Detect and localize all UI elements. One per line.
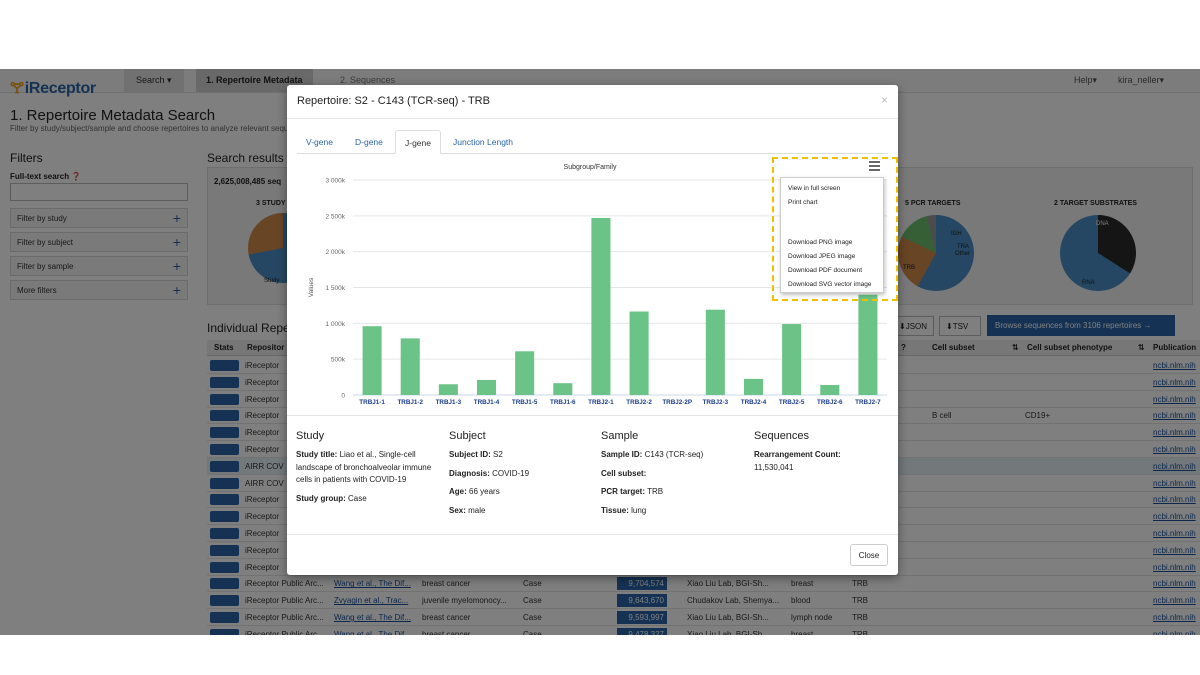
x-tick-label: TRBJ1-6 — [550, 399, 576, 406]
field-label: Tissue: — [601, 505, 629, 515]
menu-download-png[interactable]: Download PNG image — [788, 239, 852, 246]
divider — [287, 415, 898, 416]
field-value: COVID-19 — [492, 468, 530, 478]
close-button[interactable]: Close — [850, 544, 888, 566]
x-tick-label: TRBJ2-1 — [588, 399, 614, 406]
tab-d-gene[interactable]: D-gene — [346, 130, 392, 154]
chart-title: Subgroup/Family — [564, 164, 617, 171]
close-icon[interactable]: × — [881, 93, 888, 107]
gene-tabs: V-gene D-gene J-gene Junction Length — [297, 130, 888, 154]
field-label: Age: — [449, 487, 467, 496]
y-tick-label: 0 — [341, 393, 345, 400]
field-value: 11,530,041 — [754, 462, 794, 472]
menu-separator — [788, 220, 878, 221]
x-tick-label: TRBJ2-2P — [662, 399, 692, 406]
subject-details: Subject Subject ID: S2 Diagnosis: COVID-… — [449, 430, 589, 523]
bar-trbj2-4 — [743, 378, 764, 395]
field-label: Study title: — [296, 450, 338, 459]
y-tick-label: 500k — [331, 357, 346, 364]
x-tick-label: TRBJ2-5 — [779, 399, 805, 406]
sequences-heading: Sequences — [754, 430, 810, 442]
age-field: Age: 66 years — [449, 486, 589, 499]
x-tick-label: TRBJ1-4 — [474, 399, 500, 406]
y-tick-label: 2 000k — [325, 249, 345, 256]
menu-download-svg[interactable]: Download SVG vector image — [788, 281, 871, 288]
tab-junction-length[interactable]: Junction Length — [444, 130, 522, 154]
field-label: Sex: — [449, 505, 466, 515]
y-tick-label: 2 500k — [325, 213, 345, 220]
tab-j-gene[interactable]: J-gene — [395, 130, 441, 154]
field-value: S2 — [493, 450, 503, 459]
bar-trbj2-5 — [782, 324, 802, 395]
field-label: PCR target: — [601, 487, 646, 496]
modal-title: Repertoire: S2 - C143 (TCR-seq) - TRB — [297, 95, 490, 107]
study-title-field: Study title: Liao et al., Single-cell la… — [296, 449, 436, 487]
x-tick-label: TRBJ2-4 — [741, 399, 767, 406]
field-label: Study group: — [296, 493, 346, 503]
field-label: Subject ID: — [449, 450, 491, 459]
y-axis-label: Values — [308, 277, 315, 297]
study-heading: Study — [296, 430, 325, 442]
bar-trbj1-2 — [400, 338, 420, 395]
hamburger-menu-icon[interactable] — [869, 161, 880, 171]
sample-id-field: Sample ID: C143 (TCR-seq) — [601, 449, 741, 462]
divider — [287, 534, 898, 535]
field-label: Sample ID: — [601, 450, 643, 459]
bar-trbj1-5 — [515, 351, 535, 395]
menu-download-jpeg[interactable]: Download JPEG image — [788, 253, 855, 260]
x-tick-label: TRBJ2-3 — [703, 399, 729, 406]
menu-download-pdf[interactable]: Download PDF document — [788, 267, 862, 274]
chart-export-menu: View in full screen Print chart Download… — [780, 177, 884, 293]
page: 🝖iReceptor Search ▾ 1. Repertoire Metada… — [0, 69, 1200, 635]
rearrangement-count-field: Rearrangement Count: 11,530,041 — [754, 449, 889, 474]
tab-v-gene[interactable]: V-gene — [297, 130, 342, 154]
sample-details: Sample Sample ID: C143 (TCR-seq) Cell su… — [601, 430, 741, 523]
tissue-field: Tissue: lung — [601, 505, 741, 518]
bar-trbj2-3 — [705, 309, 725, 395]
bar-trbj1-3 — [438, 384, 458, 395]
y-tick-label: 1 000k — [325, 321, 345, 328]
bar-trbj1-6 — [553, 383, 573, 395]
field-value: TRB — [647, 487, 664, 496]
menu-view-fullscreen[interactable]: View in full screen — [788, 185, 840, 192]
field-value: male — [468, 505, 486, 515]
x-tick-label: TRBJ2-6 — [817, 399, 843, 406]
repertoire-modal: Repertoire: S2 - C143 (TCR-seq) - TRB × … — [287, 85, 898, 575]
field-label: Cell subset: — [601, 468, 647, 478]
bar-trbj2-6 — [820, 384, 840, 395]
x-tick-label: TRBJ1-5 — [512, 399, 538, 406]
y-tick-label: 3 000k — [325, 178, 345, 185]
study-group-field: Study group: Case — [296, 493, 436, 506]
x-tick-label: TRBJ1-2 — [397, 399, 423, 406]
sequences-details: Sequences Rearrangement Count: 11,530,041 — [754, 430, 889, 480]
subject-id-field: Subject ID: S2 — [449, 449, 589, 462]
study-details: Study Study title: Liao et al., Single-c… — [296, 430, 436, 511]
x-tick-label: TRBJ1-3 — [436, 399, 462, 406]
menu-print-chart[interactable]: Print chart — [788, 199, 818, 206]
cell-subset-field: Cell subset: — [601, 468, 741, 481]
bar-trbj2-2 — [629, 311, 649, 395]
field-value: 66 years — [469, 487, 500, 496]
bar-trbj1-4 — [476, 379, 497, 395]
field-label: Diagnosis: — [449, 468, 490, 478]
sex-field: Sex: male — [449, 505, 589, 518]
bar-trbj1-1 — [362, 326, 382, 395]
bar-trbj2-7 — [858, 294, 878, 395]
pcr-target-field: PCR target: TRB — [601, 486, 741, 499]
y-tick-label: 1 500k — [325, 285, 345, 292]
field-value: lung — [631, 505, 647, 515]
field-value: C143 (TCR-seq) — [644, 450, 704, 459]
x-tick-label: TRBJ2-7 — [855, 399, 881, 406]
subject-heading: Subject — [449, 430, 486, 442]
field-label: Rearrangement Count: — [754, 450, 841, 459]
field-value: Case — [348, 493, 367, 503]
x-tick-label: TRBJ2-2 — [626, 399, 652, 406]
bar-trbj2-1 — [591, 217, 611, 395]
diagnosis-field: Diagnosis: COVID-19 — [449, 468, 589, 481]
divider — [287, 118, 898, 119]
sample-heading: Sample — [601, 430, 639, 442]
x-tick-label: TRBJ1-1 — [359, 399, 385, 406]
